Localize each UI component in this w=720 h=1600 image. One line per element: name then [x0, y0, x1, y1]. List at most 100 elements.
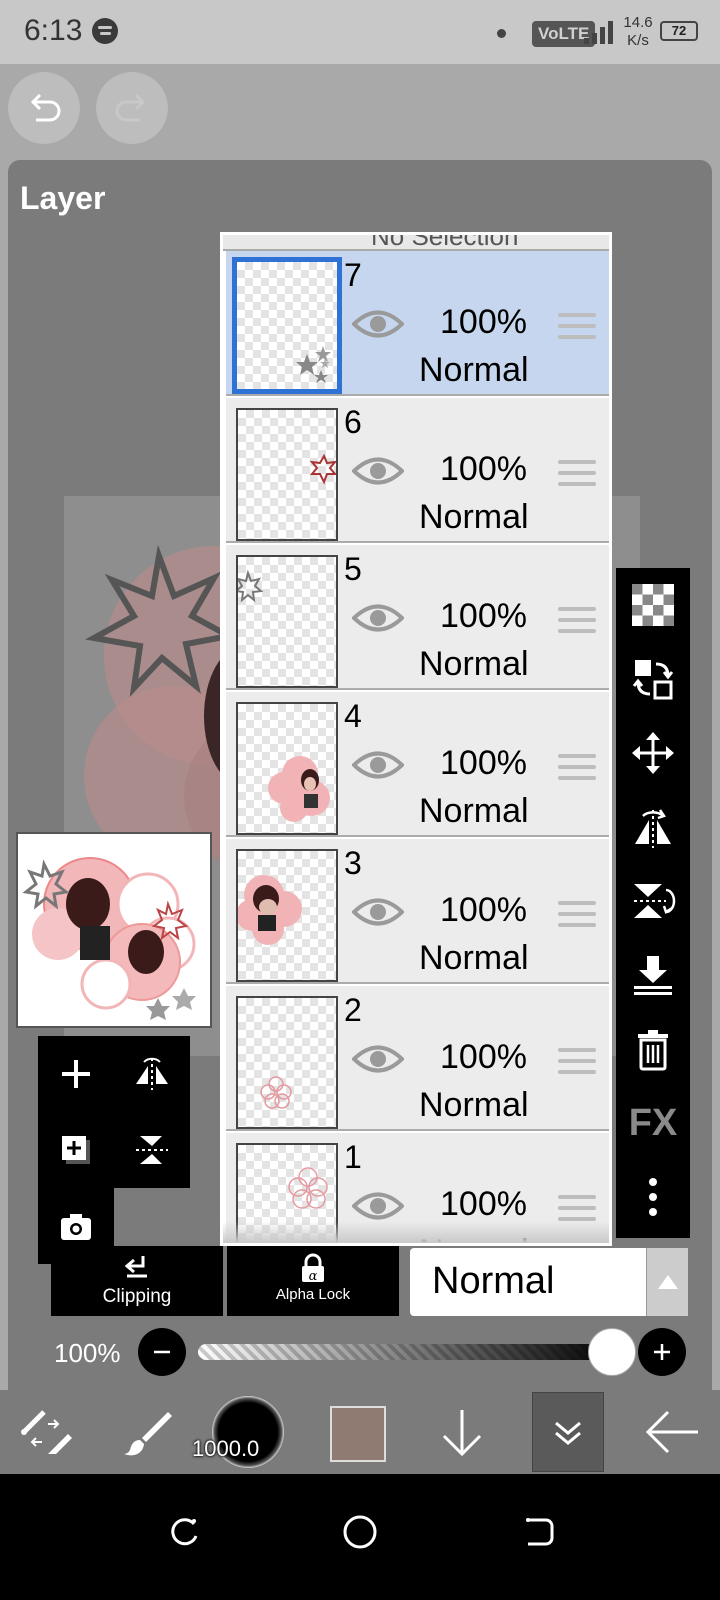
back-button[interactable]: [632, 1390, 712, 1474]
visibility-eye-icon[interactable]: [352, 748, 404, 782]
layer-thumbnail: [236, 996, 338, 1129]
brush-size-value: 1000.0: [192, 1436, 260, 1461]
minus-icon: [154, 1350, 170, 1354]
blend-mode-select[interactable]: Normal: [410, 1248, 688, 1316]
drag-handle-icon[interactable]: [558, 901, 596, 931]
list-scroll-fade: [223, 1221, 609, 1243]
add-copy-layer-button[interactable]: [38, 1112, 114, 1188]
layer-row-5[interactable]: 5 100% Normal: [226, 545, 609, 690]
drag-handle-icon[interactable]: [558, 1048, 596, 1078]
home-icon[interactable]: [342, 1514, 378, 1550]
layer-number: 2: [344, 992, 362, 1028]
layer-thumbnail: [236, 702, 338, 835]
transparency-button[interactable]: [616, 568, 690, 642]
visibility-eye-icon[interactable]: [352, 895, 404, 929]
layer-opacity: 100%: [440, 1185, 527, 1223]
reference-swap-button[interactable]: [616, 642, 690, 716]
flip-vertical-layer-button[interactable]: [114, 1112, 190, 1188]
flip-vertical-icon: [634, 884, 676, 918]
layer-opacity: 100%: [440, 597, 527, 635]
layer-number: 6: [344, 404, 362, 440]
alpha-lock-button[interactable]: α Alpha Lock: [227, 1246, 399, 1316]
layer-opacity: 100%: [440, 744, 527, 782]
layer-opacity: 100%: [440, 1038, 527, 1076]
drag-handle-icon[interactable]: [558, 313, 596, 343]
layer-row-7[interactable]: 7 100% Normal: [226, 251, 609, 396]
more-vertical-icon: [649, 1178, 657, 1216]
blend-mode-dropdown-icon[interactable]: [646, 1248, 688, 1316]
visibility-eye-icon[interactable]: [352, 454, 404, 488]
visibility-eye-icon[interactable]: [352, 307, 404, 341]
delete-layer-button[interactable]: [616, 1012, 690, 1086]
arrow-down-icon: [442, 1410, 482, 1457]
layer-row-2[interactable]: 2 100% Normal: [226, 986, 609, 1131]
transparency-checker-icon: [632, 584, 674, 626]
layer-list[interactable]: No Selection 7 100% Normal 6 100% Normal: [220, 232, 612, 1246]
layer-row-4[interactable]: 4 100% Normal: [226, 692, 609, 837]
blend-mode-value: Normal: [432, 1260, 555, 1302]
flip-horizontal-button[interactable]: [616, 790, 690, 864]
right-toolbar: FX: [616, 568, 690, 1238]
clipping-label: Clipping: [102, 1286, 172, 1307]
layer-thumbnail: [236, 408, 338, 541]
drag-handle-icon[interactable]: [558, 607, 596, 637]
layer-number: 4: [344, 698, 362, 734]
reference-swap-icon: [632, 660, 674, 700]
visibility-eye-icon[interactable]: [352, 1189, 404, 1223]
layer-panel: Layer No Selection 7 100% Normal 6 100% …: [8, 160, 712, 1418]
layers-collapse-icon: [555, 1421, 581, 1445]
clock: 6:13: [24, 14, 83, 47]
bottom-toolbar: 1000.0: [0, 1390, 720, 1474]
canvas-preview[interactable]: [16, 832, 212, 1028]
layer-thumbnail: [232, 257, 342, 394]
layer-opacity: 100%: [440, 303, 527, 341]
layer-row-3[interactable]: 3 100% Normal: [226, 839, 609, 984]
opacity-increase-button[interactable]: [638, 1328, 686, 1376]
layers-button[interactable]: [532, 1392, 604, 1472]
undo-button[interactable]: [8, 72, 80, 144]
layer-blend-mode: Normal: [419, 792, 529, 830]
recent-apps-icon[interactable]: [166, 1514, 202, 1550]
drag-handle-icon[interactable]: [558, 460, 596, 490]
layer-blend-mode: Normal: [419, 351, 529, 389]
visibility-eye-icon[interactable]: [352, 601, 404, 635]
flip-vertical-button[interactable]: [616, 864, 690, 938]
clipping-button[interactable]: Clipping: [51, 1246, 223, 1316]
brush-size-button[interactable]: 1000.0: [192, 1396, 284, 1468]
flip-layer-button[interactable]: [114, 1036, 190, 1112]
move-button[interactable]: [616, 716, 690, 790]
layer-number: 1: [344, 1139, 362, 1175]
back-icon[interactable]: [520, 1514, 556, 1550]
signal-icon: [584, 20, 614, 44]
plus-icon: [654, 1344, 670, 1360]
dot-icon: [497, 29, 506, 38]
redo-button[interactable]: [96, 72, 168, 144]
layer-opacity: 100%: [440, 891, 527, 929]
visibility-eye-icon[interactable]: [352, 1042, 404, 1076]
system-nav-bar: [0, 1474, 720, 1600]
opacity-slider-knob[interactable]: [588, 1328, 636, 1376]
layer-blend-mode: Normal: [419, 498, 529, 536]
battery-icon: 72: [660, 21, 698, 41]
redo-icon: [115, 93, 146, 122]
layer-row-6[interactable]: 6 100% Normal: [226, 398, 609, 543]
layer-selection-row[interactable]: No Selection: [223, 235, 609, 251]
transform-tool-button[interactable]: [8, 1390, 84, 1474]
more-menu-button[interactable]: [616, 1160, 690, 1234]
layer-blend-mode: Normal: [419, 1086, 529, 1124]
brush-tool-button[interactable]: [110, 1390, 186, 1474]
network-speed-value: 14.6: [623, 14, 653, 31]
undo-icon: [30, 93, 61, 122]
arrow-down-button[interactable]: [424, 1390, 500, 1474]
color-swatch[interactable]: [330, 1406, 386, 1462]
merge-down-button[interactable]: [616, 938, 690, 1012]
layer-thumbnail: [236, 849, 338, 982]
fx-icon[interactable]: FX: [616, 1086, 690, 1160]
opacity-decrease-button[interactable]: [138, 1328, 186, 1376]
add-layer-button[interactable]: [38, 1036, 114, 1112]
layer-blend-mode: Normal: [419, 645, 529, 683]
drag-handle-icon[interactable]: [558, 754, 596, 784]
opacity-slider[interactable]: [198, 1344, 616, 1360]
flip-horizontal-icon: [635, 809, 671, 848]
layer-thumbnail: [236, 555, 338, 688]
